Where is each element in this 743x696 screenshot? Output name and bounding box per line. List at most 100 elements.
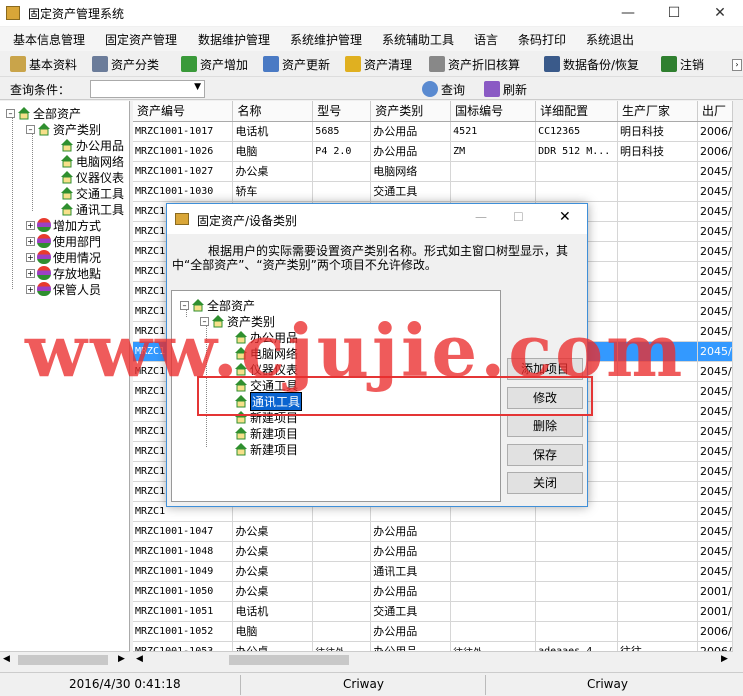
table-cell	[312, 621, 372, 642]
toolbar-overflow-button[interactable]: ›	[732, 59, 742, 71]
menu-fixed-assets[interactable]: 固定资产管理	[105, 31, 177, 48]
expand-icon[interactable]: +	[26, 236, 35, 246]
column-header[interactable]: 资产编号	[133, 101, 234, 122]
category-item[interactable]: 办公用品	[234, 329, 298, 345]
scroll-thumb[interactable]	[229, 655, 349, 665]
expand-icon[interactable]: +	[26, 284, 35, 294]
dialog-title: 固定资产/设备类别	[197, 214, 298, 228]
query-condition-select[interactable]: ▼	[90, 80, 205, 98]
collapse-icon[interactable]: –	[200, 316, 209, 326]
column-header[interactable]: 详细配置	[535, 101, 619, 122]
category-item[interactable]: 新建项目	[234, 441, 298, 457]
menu-data-maintain[interactable]: 数据维护管理	[198, 31, 270, 48]
scroll-thumb[interactable]	[18, 655, 108, 665]
refresh-button[interactable]: 刷新	[484, 79, 527, 99]
tree-item-instrument[interactable]: 仪器仪表	[60, 169, 124, 185]
table-row[interactable]: MRZC1001-1053办公桌往往外办公用品往往外adeaaes 4...往往…	[133, 641, 733, 651]
expand-icon[interactable]: +	[26, 268, 35, 278]
category-item[interactable]: 仪器仪表	[234, 361, 298, 377]
table-row[interactable]: MRZC1001-1052 电脑 办公用品 2006/	[133, 621, 733, 642]
basic-data-button[interactable]: 基本资料	[10, 54, 77, 74]
table-row[interactable]: MRZC1001-1027 办公桌 电脑网络 2045/	[133, 161, 733, 182]
column-header[interactable]: 国标编号	[450, 101, 537, 122]
tree-horizontal-scrollbar[interactable]: ◀ ▶	[0, 651, 130, 667]
menu-system-exit[interactable]: 系统退出	[586, 31, 634, 48]
category-item[interactable]: 新建项目	[234, 425, 298, 441]
modify-button[interactable]: 修改	[507, 387, 583, 409]
table-row[interactable]: MRZC1001-1026 电脑 P4 2.0 办公用品 ZM DDR 512 M... 明…	[133, 141, 733, 162]
column-header[interactable]: 资产类别	[370, 101, 452, 122]
dialog-close-button[interactable]: ✕	[559, 209, 571, 225]
menu-system-maintain[interactable]: 系统维护管理	[290, 31, 362, 48]
dialog-tree-category[interactable]: – 资产类别	[200, 313, 275, 329]
menu-basic-info[interactable]: 基本信息管理	[13, 31, 85, 48]
expand-icon[interactable]: +	[26, 220, 35, 230]
search-button[interactable]: 查询	[422, 79, 465, 99]
delete-button[interactable]: 删除	[507, 415, 583, 437]
tree-location[interactable]: + 存放地點	[26, 265, 101, 281]
minimize-button[interactable]: —	[605, 0, 651, 26]
dialog-minimize-button[interactable]: —	[475, 210, 487, 224]
table-row[interactable]: MRZC1001-1048 办公桌 办公用品 2045/	[133, 541, 733, 562]
column-header[interactable]: 型号	[312, 101, 372, 122]
collapse-icon[interactable]: –	[6, 108, 15, 118]
table-cell: MRZC1001-1027	[133, 161, 234, 182]
tree-item-network[interactable]: 电脑网络	[60, 153, 124, 169]
column-header[interactable]: 生产厂家	[617, 101, 698, 122]
tree-item-office[interactable]: 办公用品	[60, 137, 124, 153]
table-row[interactable]: MRZC1001-1051 电话机 交通工具 2001/	[133, 601, 733, 622]
expand-icon[interactable]: +	[26, 252, 35, 262]
table-cell	[617, 321, 698, 342]
asset-clear-label: 资产清理	[364, 57, 413, 72]
tree-add-method[interactable]: + 增加方式	[26, 217, 101, 233]
dialog-close-action-button[interactable]: 关闭	[507, 472, 583, 494]
table-row[interactable]: MRZC1001-1047 办公桌 办公用品 2045/	[133, 521, 733, 542]
column-header[interactable]: 名称	[232, 101, 314, 122]
backup-restore-button[interactable]: 数据备份/恢复	[544, 54, 639, 74]
add-item-button[interactable]: 添加项目	[507, 358, 583, 380]
category-item[interactable]: 电脑网络	[234, 345, 298, 361]
tree-item-label: 仪器仪表	[76, 170, 125, 185]
column-header[interactable]: 出厂	[697, 101, 733, 122]
table-row[interactable]: MRZC1001-1049 办公桌 通讯工具 2045/	[133, 561, 733, 582]
menu-system-tools[interactable]: 系统辅助工具	[382, 31, 454, 48]
tree-item-transport[interactable]: 交通工具	[60, 185, 124, 201]
menu-barcode-print[interactable]: 条码打印	[518, 31, 566, 48]
grid-horizontal-scrollbar[interactable]: ◀ ▶	[133, 651, 733, 667]
dialog-maximize-button[interactable]: ☐	[513, 210, 524, 224]
asset-add-button[interactable]: 资产增加	[181, 54, 248, 74]
tree-custodian[interactable]: + 保管人员	[26, 281, 101, 297]
table-cell: 5685	[312, 121, 372, 142]
table-row[interactable]: MRZC1001-1030 轿车 交通工具 2045/	[133, 181, 733, 202]
asset-tree[interactable]: – 全部资产 – 资产类别 办公用品 电脑网络 仪器仪表 交通工具 通讯工具 +…	[0, 101, 130, 667]
scroll-left-icon[interactable]: ◀	[3, 654, 10, 664]
logout-button[interactable]: 注销	[661, 54, 704, 74]
maximize-button[interactable]: ☐	[651, 0, 697, 26]
table-row[interactable]: MRZC1001-1017 电话机 5685 办公用品 4521 CC12365 明日科技 2…	[133, 121, 733, 142]
tree-department[interactable]: + 使用部門	[26, 233, 101, 249]
depreciation-button[interactable]: 资产折旧核算	[429, 54, 520, 74]
category-tree[interactable]: – 全部资产 – 资产类别 办公用品 电脑网络 仪器仪表 交通工具 通讯工具 新建项目 新建…	[171, 290, 501, 502]
collapse-icon[interactable]: –	[180, 300, 189, 310]
scroll-right-icon[interactable]: ▶	[118, 654, 125, 664]
depreciation-label: 资产折旧核算	[448, 57, 521, 72]
grid-vertical-scrollbar[interactable]	[733, 101, 743, 651]
close-button[interactable]: ✕	[697, 0, 743, 26]
scroll-left-icon[interactable]: ◀	[136, 654, 143, 664]
tree-root[interactable]: – 全部资产	[6, 105, 81, 121]
dialog-tree-root[interactable]: – 全部资产	[180, 297, 255, 313]
asset-clear-button[interactable]: 资产清理	[345, 54, 412, 74]
collapse-icon[interactable]: –	[26, 124, 35, 134]
table-row[interactable]: MRZC1001-1050 办公桌 办公用品 2001/	[133, 581, 733, 602]
tree-category[interactable]: – 资产类别	[26, 121, 101, 137]
asset-update-button[interactable]: 资产更新	[263, 54, 330, 74]
save-button[interactable]: 保存	[507, 444, 583, 466]
scroll-right-icon[interactable]: ▶	[721, 654, 728, 664]
tree-item-communication[interactable]: 通讯工具	[60, 201, 124, 217]
category-item[interactable]: 通讯工具	[234, 391, 303, 411]
asset-category-button[interactable]: 资产分类	[92, 54, 159, 74]
category-item[interactable]: 新建项目	[234, 409, 298, 425]
tree-usage[interactable]: + 使用情况	[26, 249, 101, 265]
apple-icon	[37, 234, 51, 248]
menu-language[interactable]: 语言	[474, 31, 498, 48]
